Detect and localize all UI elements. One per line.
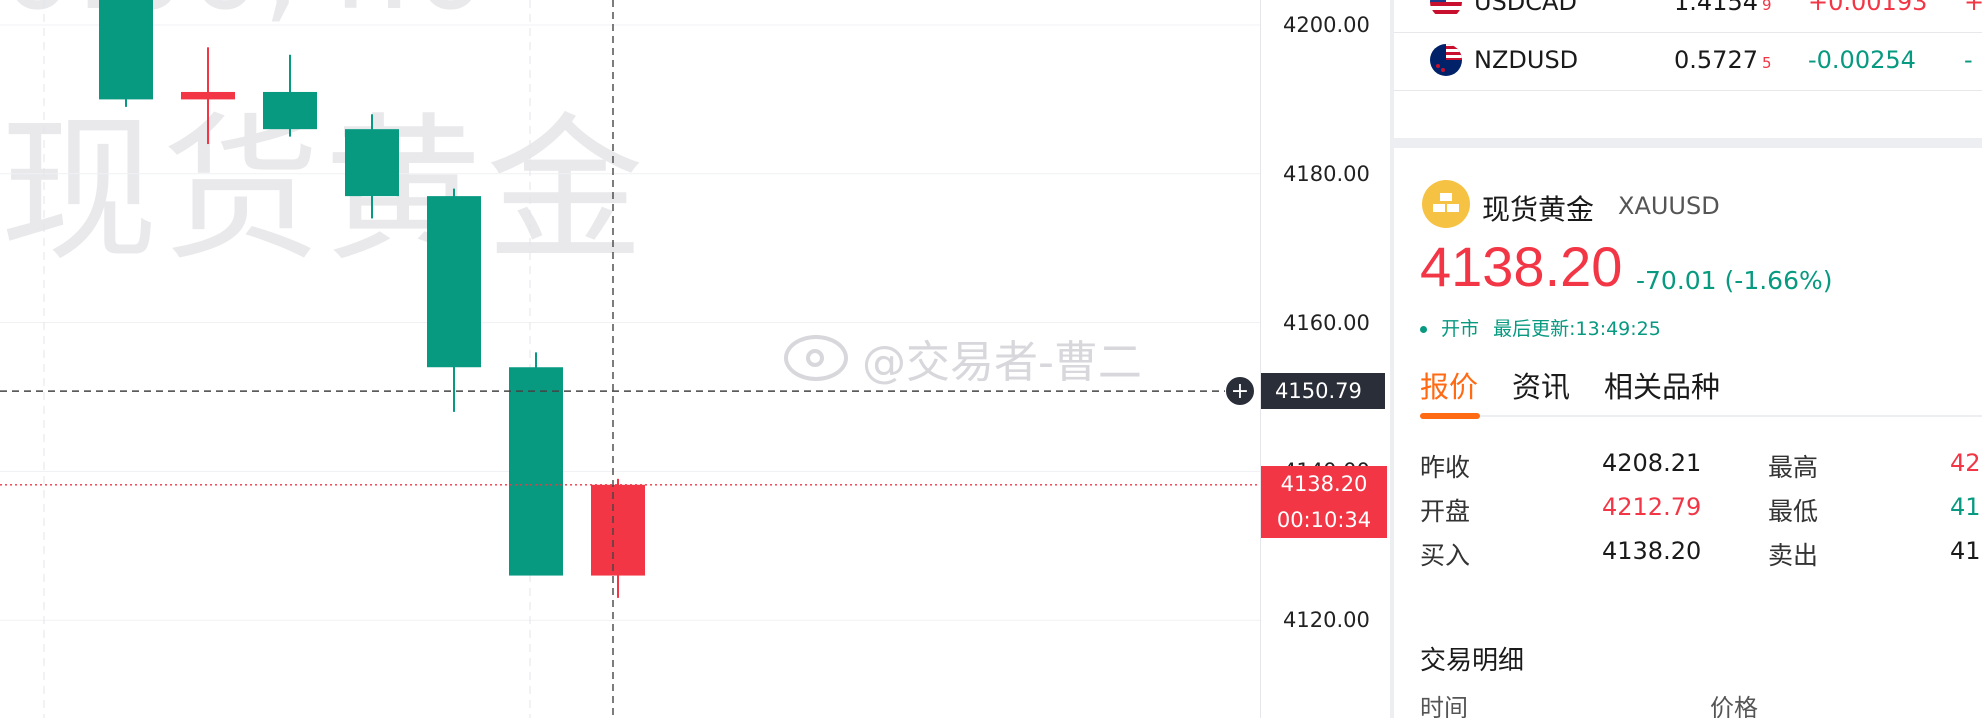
overlay-watermark: @交易者-曹二 bbox=[784, 330, 1142, 388]
watchlist-last: 0.5727 5 bbox=[1674, 46, 1772, 74]
crosshair-price-tag: + 4150.79 bbox=[1225, 373, 1385, 409]
candle-body bbox=[591, 484, 645, 576]
tab-related[interactable]: 相关品种 bbox=[1604, 364, 1720, 406]
open-label: 开盘 bbox=[1420, 497, 1471, 526]
watchlist-row[interactable]: NZDUSD 0.5727 5 -0.00254 - bbox=[1394, 30, 1982, 91]
watchlist-row[interactable]: USDCAD 1.4154 9 +0.00193 + bbox=[1394, 0, 1982, 33]
last-price-tag: 4138.20 00:10:34 bbox=[1261, 466, 1387, 538]
high-value: 42 bbox=[1950, 449, 1981, 477]
candle-body bbox=[99, 0, 153, 100]
trades-column-price: 价格 bbox=[1710, 694, 1758, 718]
watchlist-change: -0.00254 bbox=[1808, 46, 1916, 74]
weibo-logo-icon bbox=[784, 335, 848, 381]
candle-body bbox=[345, 129, 399, 197]
trades-column-time: 时间 bbox=[1420, 694, 1468, 718]
tab-active-indicator bbox=[1420, 413, 1480, 419]
watchlist-change: +0.00193 bbox=[1808, 0, 1928, 16]
axis-tick-label: 4180.00 bbox=[1283, 161, 1370, 186]
last-price-value: 4138.20 bbox=[1280, 472, 1368, 496]
watchlist-symbol: NZDUSD bbox=[1474, 46, 1579, 74]
low-value: 41 bbox=[1950, 493, 1981, 521]
instrument-change: -70.01 (-1.66%) bbox=[1636, 266, 1833, 295]
high-label: 最高 bbox=[1768, 453, 1819, 482]
detail-tabs: 报价 资讯 相关品种 bbox=[1420, 364, 1980, 420]
tab-news[interactable]: 资讯 bbox=[1512, 364, 1570, 406]
low-label: 最低 bbox=[1768, 497, 1819, 526]
crosshair-plus-icon[interactable]: + bbox=[1225, 376, 1255, 406]
us-ca-flag-icon bbox=[1430, 0, 1462, 18]
crosshair-price-value: 4150.79 bbox=[1261, 373, 1385, 409]
trades-section-title: 交易明细 bbox=[1420, 646, 1525, 676]
tab-divider bbox=[1420, 415, 1982, 417]
tab-quote[interactable]: 报价 bbox=[1420, 364, 1478, 406]
candle-body bbox=[427, 196, 481, 368]
status-dot-icon bbox=[1420, 326, 1427, 333]
bid-label: 买入 bbox=[1420, 541, 1471, 570]
panel-separator bbox=[1394, 138, 1982, 148]
prev-close-value: 4208.21 bbox=[1602, 449, 1702, 477]
ask-value: 41 bbox=[1950, 537, 1981, 565]
bid-value: 4138.20 bbox=[1602, 537, 1702, 565]
market-status: 开市 最后更新:13:49:25 bbox=[1420, 314, 1661, 341]
candlestick-chart[interactable]: 0.00,4.0 现货黄金 4200.004180.004160.004140.… bbox=[0, 0, 1390, 718]
candle-body bbox=[509, 367, 563, 576]
axis-tick-label: 4200.00 bbox=[1283, 13, 1370, 37]
watchlist-symbol: USDCAD bbox=[1474, 0, 1577, 16]
price-axis[interactable]: 4200.004180.004160.004140.004120.00 bbox=[1260, 0, 1390, 718]
quote-panel: USDCAD 1.4154 9 +0.00193 + NZDUSD 0.5727 5… bbox=[1394, 0, 1982, 718]
gold-bars-icon bbox=[1422, 180, 1470, 228]
axis-tick-label: 4120.00 bbox=[1283, 608, 1370, 633]
prev-close-label: 昨收 bbox=[1420, 453, 1471, 482]
open-value: 4212.79 bbox=[1602, 493, 1702, 521]
candle-body bbox=[181, 91, 235, 100]
instrument-price: 4138.20 bbox=[1420, 235, 1623, 298]
instrument-code: XAUUSD bbox=[1618, 192, 1720, 220]
watchlist-last: 1.4154 9 bbox=[1674, 0, 1772, 16]
axis-tick-label: 4160.00 bbox=[1283, 310, 1370, 335]
instrument-name: 现货黄金 bbox=[1482, 193, 1595, 226]
ask-label: 卖出 bbox=[1768, 541, 1819, 570]
watchlist-pct: + bbox=[1964, 0, 1982, 16]
candle-countdown: 00:10:34 bbox=[1276, 508, 1372, 532]
candle-body bbox=[263, 91, 317, 130]
nz-us-flag-icon bbox=[1430, 44, 1462, 76]
watchlist-pct: - bbox=[1964, 46, 1973, 74]
